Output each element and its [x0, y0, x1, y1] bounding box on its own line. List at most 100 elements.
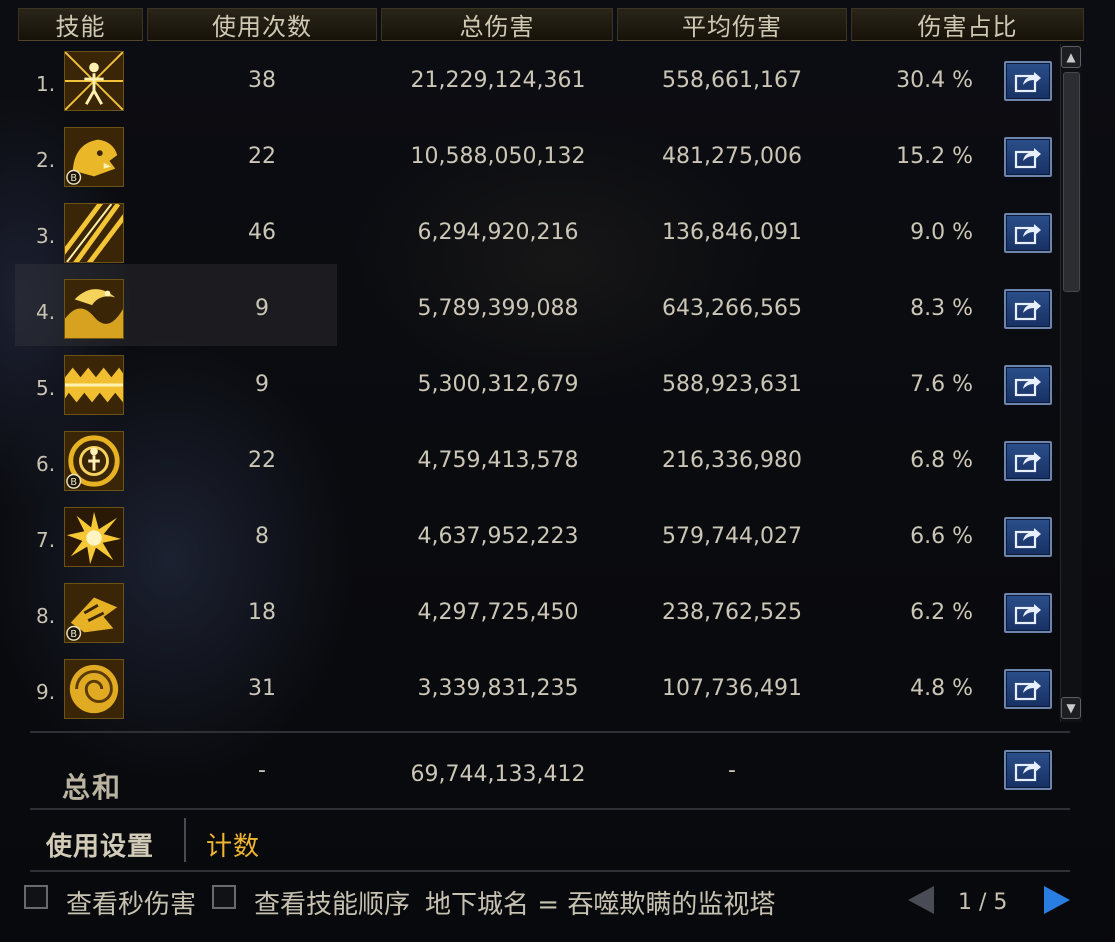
row-uses: 9	[255, 372, 269, 397]
skill-badge: B	[70, 629, 77, 640]
tab-count[interactable]: 计数	[206, 826, 260, 863]
share-button[interactable]	[1004, 289, 1052, 329]
share-icon	[1014, 148, 1041, 169]
page-indicator: 1 / 5	[958, 890, 1008, 915]
share-icon	[1014, 376, 1041, 397]
check-order-label[interactable]: 查看技能顺序	[254, 884, 410, 921]
share-button[interactable]	[1004, 61, 1052, 101]
row-total-damage: 4,759,413,578	[417, 448, 579, 473]
row-uses: 22	[248, 448, 276, 473]
prev-page-icon[interactable]	[908, 886, 934, 914]
row-uses: 31	[248, 676, 276, 701]
share-button[interactable]	[1004, 669, 1052, 709]
row-uses: 18	[248, 600, 276, 625]
row-share: 6.8 %	[910, 448, 973, 473]
check-order-checkbox[interactable]	[212, 885, 236, 909]
zigzag-wave-icon	[64, 355, 124, 415]
tab-divider	[184, 818, 186, 862]
row-avg-damage: 136,846,091	[662, 220, 802, 245]
share-icon	[1014, 224, 1041, 245]
share-icon	[1014, 452, 1041, 473]
total-label: 总和	[62, 771, 123, 804]
table-row[interactable]: 6. B 22 4,759,413,578 216,336,980 6.8 %	[18, 422, 1058, 498]
check-dps-checkbox[interactable]	[24, 885, 48, 909]
row-avg-damage: 579,744,027	[662, 524, 802, 549]
table-row[interactable]: 9. 31 3,339,831,235 107,736,491 4.8 %	[18, 650, 1058, 726]
chevron-down-icon: ▼	[1066, 701, 1076, 715]
scroll-up-button[interactable]: ▲	[1061, 46, 1081, 68]
row-total-damage: 5,789,399,088	[417, 296, 579, 321]
row-avg-damage: 107,736,491	[662, 676, 802, 701]
explosion-icon	[64, 507, 124, 567]
row-avg-damage: 216,336,980	[662, 448, 802, 473]
table-row[interactable]: 5. 9 5,300,312,679 588,923,631 7.6 %	[18, 346, 1058, 422]
share-button[interactable]	[1004, 137, 1052, 177]
header-avg-damage[interactable]: 平均伤害	[617, 8, 847, 41]
row-avg-damage: 558,661,167	[662, 68, 802, 93]
row-avg-damage: 588,923,631	[662, 372, 802, 397]
header-skill[interactable]: 技能	[18, 8, 143, 41]
share-icon	[1014, 761, 1041, 782]
share-total-button[interactable]	[1004, 750, 1052, 790]
table-row[interactable]: 4. 9 5,789,399,088 643,266,565 8.3 %	[15, 264, 1058, 346]
share-button[interactable]	[1004, 593, 1052, 633]
share-icon	[1014, 604, 1041, 625]
table-row[interactable]: 7. 8 4,637,952,223 579,744,027 6.6 %	[18, 498, 1058, 574]
row-rank: 7.	[36, 528, 56, 552]
row-share: 6.2 %	[910, 600, 973, 625]
header-share[interactable]: 伤害占比	[851, 8, 1084, 41]
tab-usage-settings[interactable]: 使用设置	[46, 826, 154, 863]
row-rank: 4.	[36, 300, 56, 324]
row-avg-damage: 643,266,565	[662, 296, 802, 321]
header-uses[interactable]: 使用次数	[147, 8, 377, 41]
slash-lines-icon	[64, 203, 124, 263]
table-row[interactable]: 8. B 18 4,297,725,450 238,762,525 6.2 %	[18, 574, 1058, 650]
share-button[interactable]	[1004, 213, 1052, 253]
row-share: 9.0 %	[910, 220, 973, 245]
row-uses: 46	[248, 220, 276, 245]
table-row[interactable]: 2. B 22 10,588,050,132 481,275,006 15.2 %	[18, 118, 1058, 194]
row-total-damage: 5,300,312,679	[417, 372, 579, 397]
header-total-damage[interactable]: 总伤害	[381, 8, 613, 41]
scrollbar-thumb[interactable]	[1063, 72, 1080, 292]
row-rank: 8.	[36, 604, 56, 628]
row-avg-damage: 238,762,525	[662, 600, 802, 625]
row-share: 15.2 %	[896, 144, 973, 169]
row-uses: 38	[248, 68, 276, 93]
row-total-damage: 6,294,920,216	[417, 220, 579, 245]
scroll-down-button[interactable]: ▼	[1061, 697, 1081, 719]
row-share: 6.6 %	[910, 524, 973, 549]
table-row[interactable]: 3. 46 6,294,920,216 136,846,091 9.0 %	[18, 194, 1058, 270]
row-uses: 8	[255, 524, 269, 549]
claw-strike-icon: B	[64, 583, 124, 643]
share-icon	[1014, 680, 1041, 701]
row-share: 8.3 %	[910, 296, 973, 321]
footer-bar: 查看秒伤害 查看技能顺序 地下城名 = 吞噬欺瞒的监视塔 1 / 5	[0, 876, 1115, 936]
row-avg-damage: 481,275,006	[662, 144, 802, 169]
dragon-wave-icon	[64, 279, 124, 339]
row-uses: 22	[248, 144, 276, 169]
row-rank: 6.	[36, 452, 56, 476]
row-share: 30.4 %	[896, 68, 973, 93]
total-row: 总和 - 69,744,133,412 -	[18, 736, 1058, 806]
beast-head-icon: B	[64, 127, 124, 187]
damage-stats-window: 技能 使用次数 总伤害 平均伤害 伤害占比 1. 38 21,229,124,361…	[0, 0, 1115, 942]
row-rank: 2.	[36, 148, 56, 172]
figure-burst-icon	[64, 51, 124, 111]
share-button[interactable]	[1004, 517, 1052, 557]
row-total-damage: 4,297,725,450	[417, 600, 579, 625]
divider	[30, 808, 1070, 810]
row-rank: 1.	[36, 72, 56, 96]
spiral-shell-icon	[64, 659, 124, 719]
total-uses: -	[258, 758, 266, 783]
share-button[interactable]	[1004, 441, 1052, 481]
row-total-damage: 10,588,050,132	[410, 144, 586, 169]
next-page-icon[interactable]	[1044, 886, 1070, 914]
divider	[30, 731, 1070, 733]
total-avg: -	[728, 758, 736, 783]
table-row[interactable]: 1. 38 21,229,124,361 558,661,167 30.4 %	[18, 42, 1058, 118]
row-total-damage: 21,229,124,361	[410, 68, 586, 93]
row-share: 4.8 %	[910, 676, 973, 701]
check-dps-label[interactable]: 查看秒伤害	[66, 884, 196, 921]
share-button[interactable]	[1004, 365, 1052, 405]
